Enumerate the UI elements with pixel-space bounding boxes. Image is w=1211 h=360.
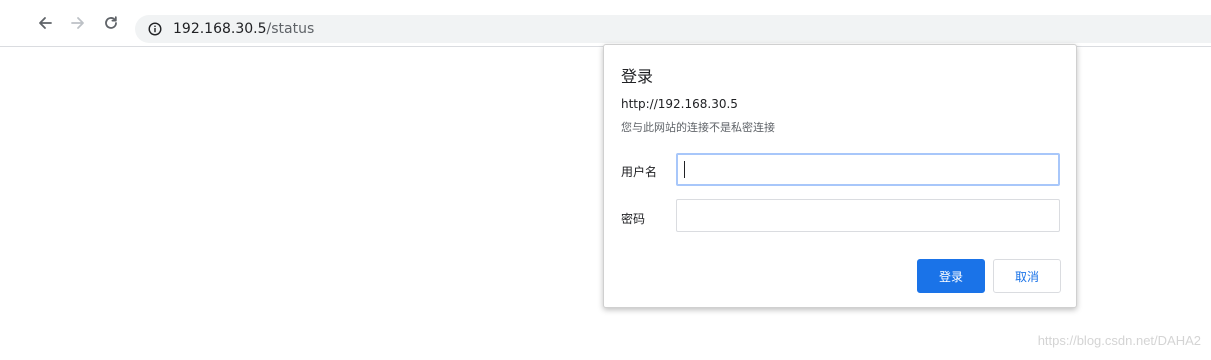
address-bar[interactable]: 192.168.30.5/status bbox=[135, 15, 1211, 43]
url-text[interactable]: 192.168.30.5/status bbox=[173, 15, 314, 43]
login-button[interactable]: 登录 bbox=[917, 259, 985, 293]
auth-dialog: 登录 http://192.168.30.5 您与此网站的连接不是私密连接 用户… bbox=[603, 44, 1077, 308]
reload-button[interactable] bbox=[101, 13, 121, 33]
arrow-left-icon bbox=[39, 17, 52, 29]
password-field[interactable] bbox=[676, 199, 1060, 232]
dialog-origin: http://192.168.30.5 bbox=[621, 97, 738, 111]
text-caret bbox=[684, 161, 685, 178]
reload-icon bbox=[105, 16, 117, 29]
back-button[interactable] bbox=[35, 13, 55, 33]
url-host: 192.168.30.5 bbox=[173, 21, 267, 37]
forward-button[interactable] bbox=[68, 13, 88, 33]
url-path: /status bbox=[266, 21, 315, 37]
dialog-title: 登录 bbox=[621, 67, 654, 86]
arrow-right-icon bbox=[71, 17, 84, 29]
cancel-button[interactable]: 取消 bbox=[993, 259, 1061, 293]
username-label: 用户名 bbox=[621, 165, 658, 179]
info-circle-icon[interactable] bbox=[148, 22, 162, 36]
page: 192.168.30.5/status 登录 http://192.168.30… bbox=[0, 0, 1211, 360]
username-field[interactable] bbox=[676, 153, 1060, 186]
password-label: 密码 bbox=[621, 212, 646, 226]
browser-toolbar: 192.168.30.5/status bbox=[0, 0, 1211, 47]
dialog-warning: 您与此网站的连接不是私密连接 bbox=[621, 121, 775, 134]
watermark: https://blog.csdn.net/DAHA2 bbox=[1037, 333, 1201, 348]
